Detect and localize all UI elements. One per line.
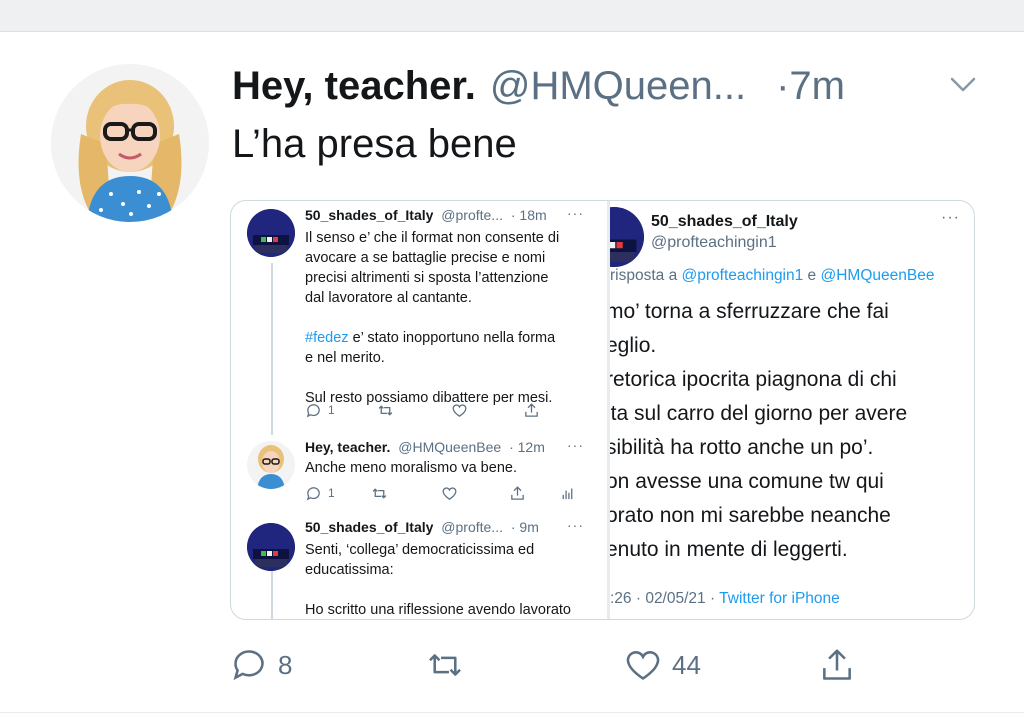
mini-text-line: avocare a se battaglie precise e nomi xyxy=(305,250,546,266)
detail-text-line: mo’ torna a sferruzzare che fai xyxy=(610,300,889,323)
mention: @HMQueenBee xyxy=(820,267,935,284)
mini-reply: 1 xyxy=(305,400,335,420)
detail-text-line: lta sul carro del giorno per avere xyxy=(610,402,908,425)
share-button[interactable] xyxy=(818,640,856,690)
replying-to-label: risposta a xyxy=(610,267,682,284)
reply-button[interactable]: 8 xyxy=(230,640,292,690)
mini-text-line: Ho scritto una riflessione avendo lavora… xyxy=(305,602,571,618)
screenshot-detail: 50_shades_of_Italy @profteachingin1 ··· … xyxy=(610,201,974,619)
detail-footer: :26 · 02/05/21 · Twitter for iPhone xyxy=(610,590,840,608)
mini-reply-count: 1 xyxy=(328,486,335,500)
like-button[interactable]: 44 xyxy=(624,640,701,690)
more-dots-icon: ··· xyxy=(941,209,960,226)
detail-avatar-night xyxy=(610,207,644,267)
mini-text-line: Senti, ‘collega’ democraticissima ed xyxy=(305,542,535,558)
replying-and: e xyxy=(803,267,821,284)
detail-timestamp: :26 · 02/05/21 · xyxy=(610,590,720,607)
mini-time: · 18m xyxy=(510,207,547,223)
more-dots-icon: ··· xyxy=(567,437,584,453)
top-bar xyxy=(0,0,1024,32)
mini-tweet-header: Hey, teacher. @HMQueenBee · 12m xyxy=(305,439,545,455)
like-count: 44 xyxy=(672,649,701,680)
mini-text-line: educatissima: xyxy=(305,562,394,578)
retweet-icon xyxy=(377,400,394,420)
mini-author-name: 50_shades_of_Italy xyxy=(305,207,434,223)
mini-text-line: dal lavoratore al cantante. xyxy=(305,290,472,306)
mini-avatar-night xyxy=(247,523,295,571)
retweet-button[interactable] xyxy=(426,640,474,690)
mini-tweet-header: 50_shades_of_Italy @profte... · 18m xyxy=(305,207,547,223)
mini-author-handle: @profte... xyxy=(441,519,503,535)
mini-tweet-header: 50_shades_of_Italy @profte... · 9m xyxy=(305,519,539,535)
mini-action-bar: 1 xyxy=(305,483,585,503)
mini-time: · 12m xyxy=(509,439,545,455)
analytics-icon xyxy=(559,483,576,503)
detail-text-line: on avesse una comune tw qui xyxy=(610,470,884,493)
detail-text-line: eglio. xyxy=(610,334,657,357)
mini-text-line: Il senso e’ che il format non consente d… xyxy=(305,230,560,246)
detail-text-line: enuto in mente di leggerti. xyxy=(610,538,848,561)
reply-icon xyxy=(233,650,264,681)
detail-author-handle: @profteachingin1 xyxy=(651,234,777,251)
mini-text-line: Anche meno moralismo va bene. xyxy=(305,460,517,476)
mini-avatar-doll xyxy=(247,441,295,489)
mini-tweet-body: Il senso e’ che il format non consente d… xyxy=(305,228,595,408)
reply-count: 8 xyxy=(278,649,293,680)
more-dots-icon: ··· xyxy=(567,205,584,221)
mini-author-handle: @profte... xyxy=(441,207,503,223)
mini-text-line: e’ stato inopportuno nella forma xyxy=(348,330,556,346)
thread-line xyxy=(271,263,273,435)
more-dots-icon: ··· xyxy=(567,517,584,533)
retweet-icon xyxy=(429,654,461,676)
mini-author-name: 50_shades_of_Italy xyxy=(305,519,434,535)
detail-text-line: orato non mi sarebbe neanche xyxy=(610,504,891,527)
mini-text-line: precisi altrimenti si sposta l’attenzion… xyxy=(305,270,549,286)
tweet-text: L’ha presa bene xyxy=(232,122,517,166)
tweet-action-bar: 8 44 xyxy=(230,640,870,690)
author-avatar[interactable] xyxy=(51,64,209,222)
mini-time: · 9m xyxy=(510,519,539,535)
author-name[interactable]: Hey, teacher. xyxy=(232,64,476,109)
detail-tweet-body: mo’ torna a sferruzzare che fai eglio. r… xyxy=(610,295,974,567)
mention: @profteachingin1 xyxy=(681,267,804,284)
detail-source: Twitter for iPhone xyxy=(719,590,840,607)
mini-reply-count: 1 xyxy=(328,403,335,417)
mini-action-bar: 1 xyxy=(305,400,585,420)
detail-text-line: retorica ipocrita piagnona di chi xyxy=(610,368,897,391)
mini-reply: 1 xyxy=(305,483,335,503)
share-icon xyxy=(823,649,851,680)
author-handle[interactable]: @HMQueen... xyxy=(490,64,746,109)
detail-text-line: sibilità ha rotto anche un po’. xyxy=(610,436,874,459)
mini-author-name: Hey, teacher. xyxy=(305,439,391,455)
mini-author-handle: @HMQueenBee xyxy=(398,439,502,455)
screenshot-thread: 50_shades_of_Italy @profte... · 18m ··· … xyxy=(231,201,607,619)
tweet-header: Hey, teacher. @HMQueen... ·7m xyxy=(232,58,845,114)
reply-icon xyxy=(306,403,320,417)
mini-text-line xyxy=(305,580,595,600)
mini-tweet-body: Anche meno moralismo va bene. xyxy=(305,458,595,478)
heart-icon xyxy=(441,483,458,503)
mini-avatar-night xyxy=(247,209,295,257)
divider xyxy=(0,712,1024,713)
tweet-time[interactable]: ·7m xyxy=(776,64,845,109)
hashtag: #fedez xyxy=(305,330,349,346)
replying-to: risposta a @profteachingin1 e @HMQueenBe… xyxy=(610,267,934,285)
retweet-icon xyxy=(371,483,388,503)
detail-author-name: 50_shades_of_Italy xyxy=(651,213,798,230)
attached-image[interactable]: 50_shades_of_Italy @profte... · 18m ··· … xyxy=(230,200,975,620)
heart-icon xyxy=(451,400,468,420)
doll-avatar-image xyxy=(51,64,209,222)
share-icon xyxy=(509,483,526,503)
mini-tweet-body: Senti, ‘collega’ democraticissima ed edu… xyxy=(305,540,595,619)
heart-icon xyxy=(626,651,660,680)
mini-text-line: e nel merito. xyxy=(305,350,385,366)
share-icon xyxy=(523,400,540,420)
reply-icon xyxy=(306,486,320,500)
chevron-down-icon[interactable] xyxy=(948,72,978,96)
